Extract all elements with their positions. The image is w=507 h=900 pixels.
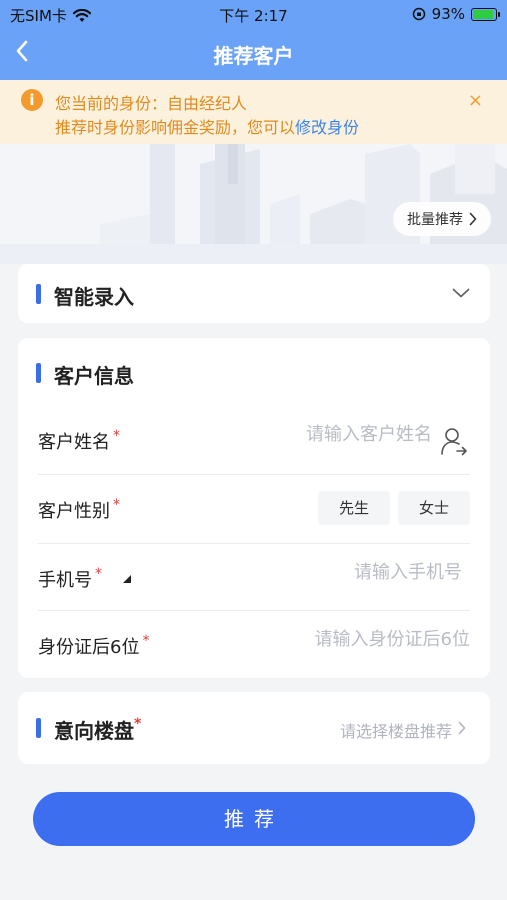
phone-row: 手机号 * (38, 544, 470, 612)
recommend-submit-button[interactable]: 推荐 (33, 792, 475, 846)
notice-identity-text: 您当前的身份：自由经纪人 (55, 94, 248, 113)
section-marker (36, 718, 41, 738)
page-title: 推荐客户 (213, 44, 294, 68)
property-placeholder: 请选择楼盘推荐 (339, 722, 452, 741)
chevron-right-icon (458, 721, 466, 735)
gender-option-male[interactable]: 先生 (318, 491, 390, 525)
name-row: 客户姓名 * (38, 406, 470, 474)
customer-info-title: 客户信息 (54, 364, 134, 388)
section-marker (36, 363, 41, 383)
phone-input[interactable] (262, 562, 462, 583)
nav-bar: 推荐客户 (0, 28, 507, 80)
gender-label: 客户性别 * (38, 497, 120, 522)
id-label: 身份证后6位 * (38, 633, 150, 658)
section-marker (36, 284, 41, 304)
smart-entry-title: 智能录入 (54, 285, 134, 309)
status-bar: 无SIM卡 下午 2:17 93% (0, 0, 507, 28)
property-title: 意向楼盘* (54, 716, 142, 743)
batch-recommend-label: 批量推荐 (407, 212, 463, 228)
battery-percent: 93% (431, 5, 465, 23)
batch-recommend-button[interactable]: 批量推荐 (393, 202, 491, 236)
smart-entry-card[interactable]: 智能录入 (18, 264, 490, 323)
chevron-down-icon[interactable] (452, 288, 470, 298)
notice-hint-text: 推荐时身份影响佣金奖励，您可以 (55, 118, 296, 137)
name-label: 客户姓名 * (38, 428, 120, 453)
app-header: 无SIM卡 下午 2:17 93% 推荐客户 (0, 0, 507, 80)
gender-option-female[interactable]: 女士 (398, 491, 470, 525)
info-icon: i (21, 89, 43, 111)
city-banner: 批量推荐 (0, 144, 507, 264)
close-icon[interactable]: × (468, 90, 483, 111)
customer-info-card: 客户信息 客户姓名* 客户性别* 先生 女士 手机号* 身份证后6位* (18, 338, 490, 678)
id-row: 身份证后6位 * (38, 611, 470, 679)
country-code-dropdown-icon[interactable] (122, 574, 132, 584)
id-last6-input[interactable] (230, 629, 470, 650)
customer-name-input[interactable] (212, 424, 432, 445)
chevron-right-icon (469, 212, 477, 226)
contact-picker-icon[interactable] (440, 426, 468, 456)
status-right: 93% (412, 5, 500, 23)
property-card[interactable]: 意向楼盘* 请选择楼盘推荐 (18, 692, 490, 764)
identity-notice: i 您当前的身份：自由经纪人 推荐时身份影响佣金奖励，您可以修改身份 × (0, 80, 507, 144)
change-identity-link[interactable]: 修改身份 (295, 118, 359, 137)
battery-icon (471, 7, 500, 21)
notice-hint: 推荐时身份影响佣金奖励，您可以修改身份 (55, 114, 359, 138)
phone-label: 手机号 * (38, 566, 102, 591)
gender-row: 客户性别 * 先生 女士 (38, 475, 470, 543)
orientation-lock-icon (412, 7, 425, 21)
